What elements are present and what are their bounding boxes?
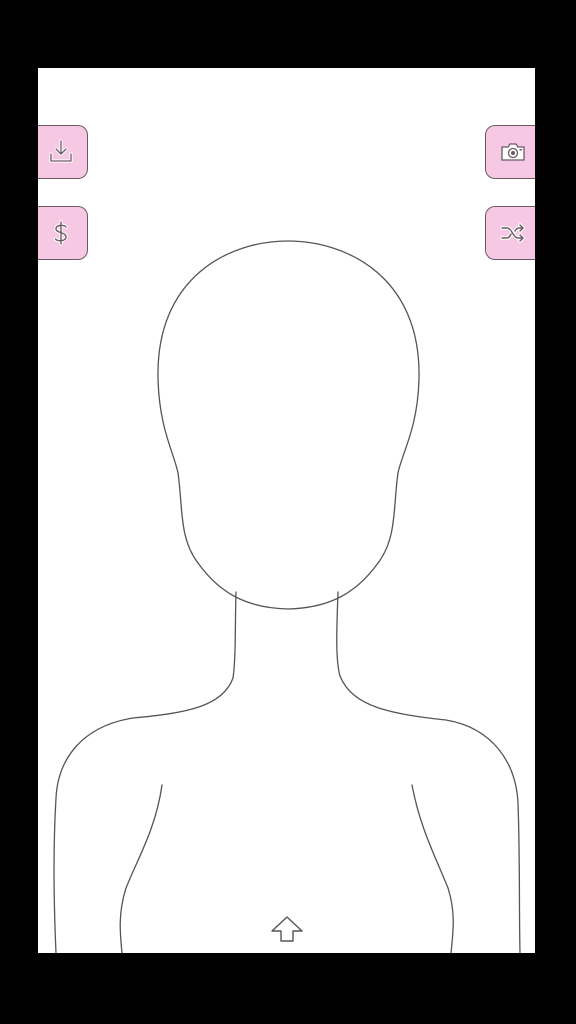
expand-menu-button[interactable] <box>266 914 308 948</box>
mannequin-right-chest <box>411 784 454 953</box>
shuffle-button[interactable] <box>485 206 535 260</box>
mannequin-head <box>157 240 420 610</box>
mannequin-right-side <box>336 591 521 953</box>
arrow-up-icon <box>268 914 306 948</box>
mannequin-left-chest <box>119 784 163 953</box>
shuffle-icon <box>498 218 528 248</box>
mannequin-left-side <box>53 591 237 953</box>
shop-button[interactable] <box>38 206 88 260</box>
dressup-canvas <box>38 68 535 953</box>
camera-icon <box>498 137 528 167</box>
mannequin-figure <box>53 240 521 953</box>
camera-button[interactable] <box>485 125 535 179</box>
download-button[interactable] <box>38 125 88 179</box>
dollar-icon <box>46 218 76 248</box>
download-icon <box>46 137 76 167</box>
